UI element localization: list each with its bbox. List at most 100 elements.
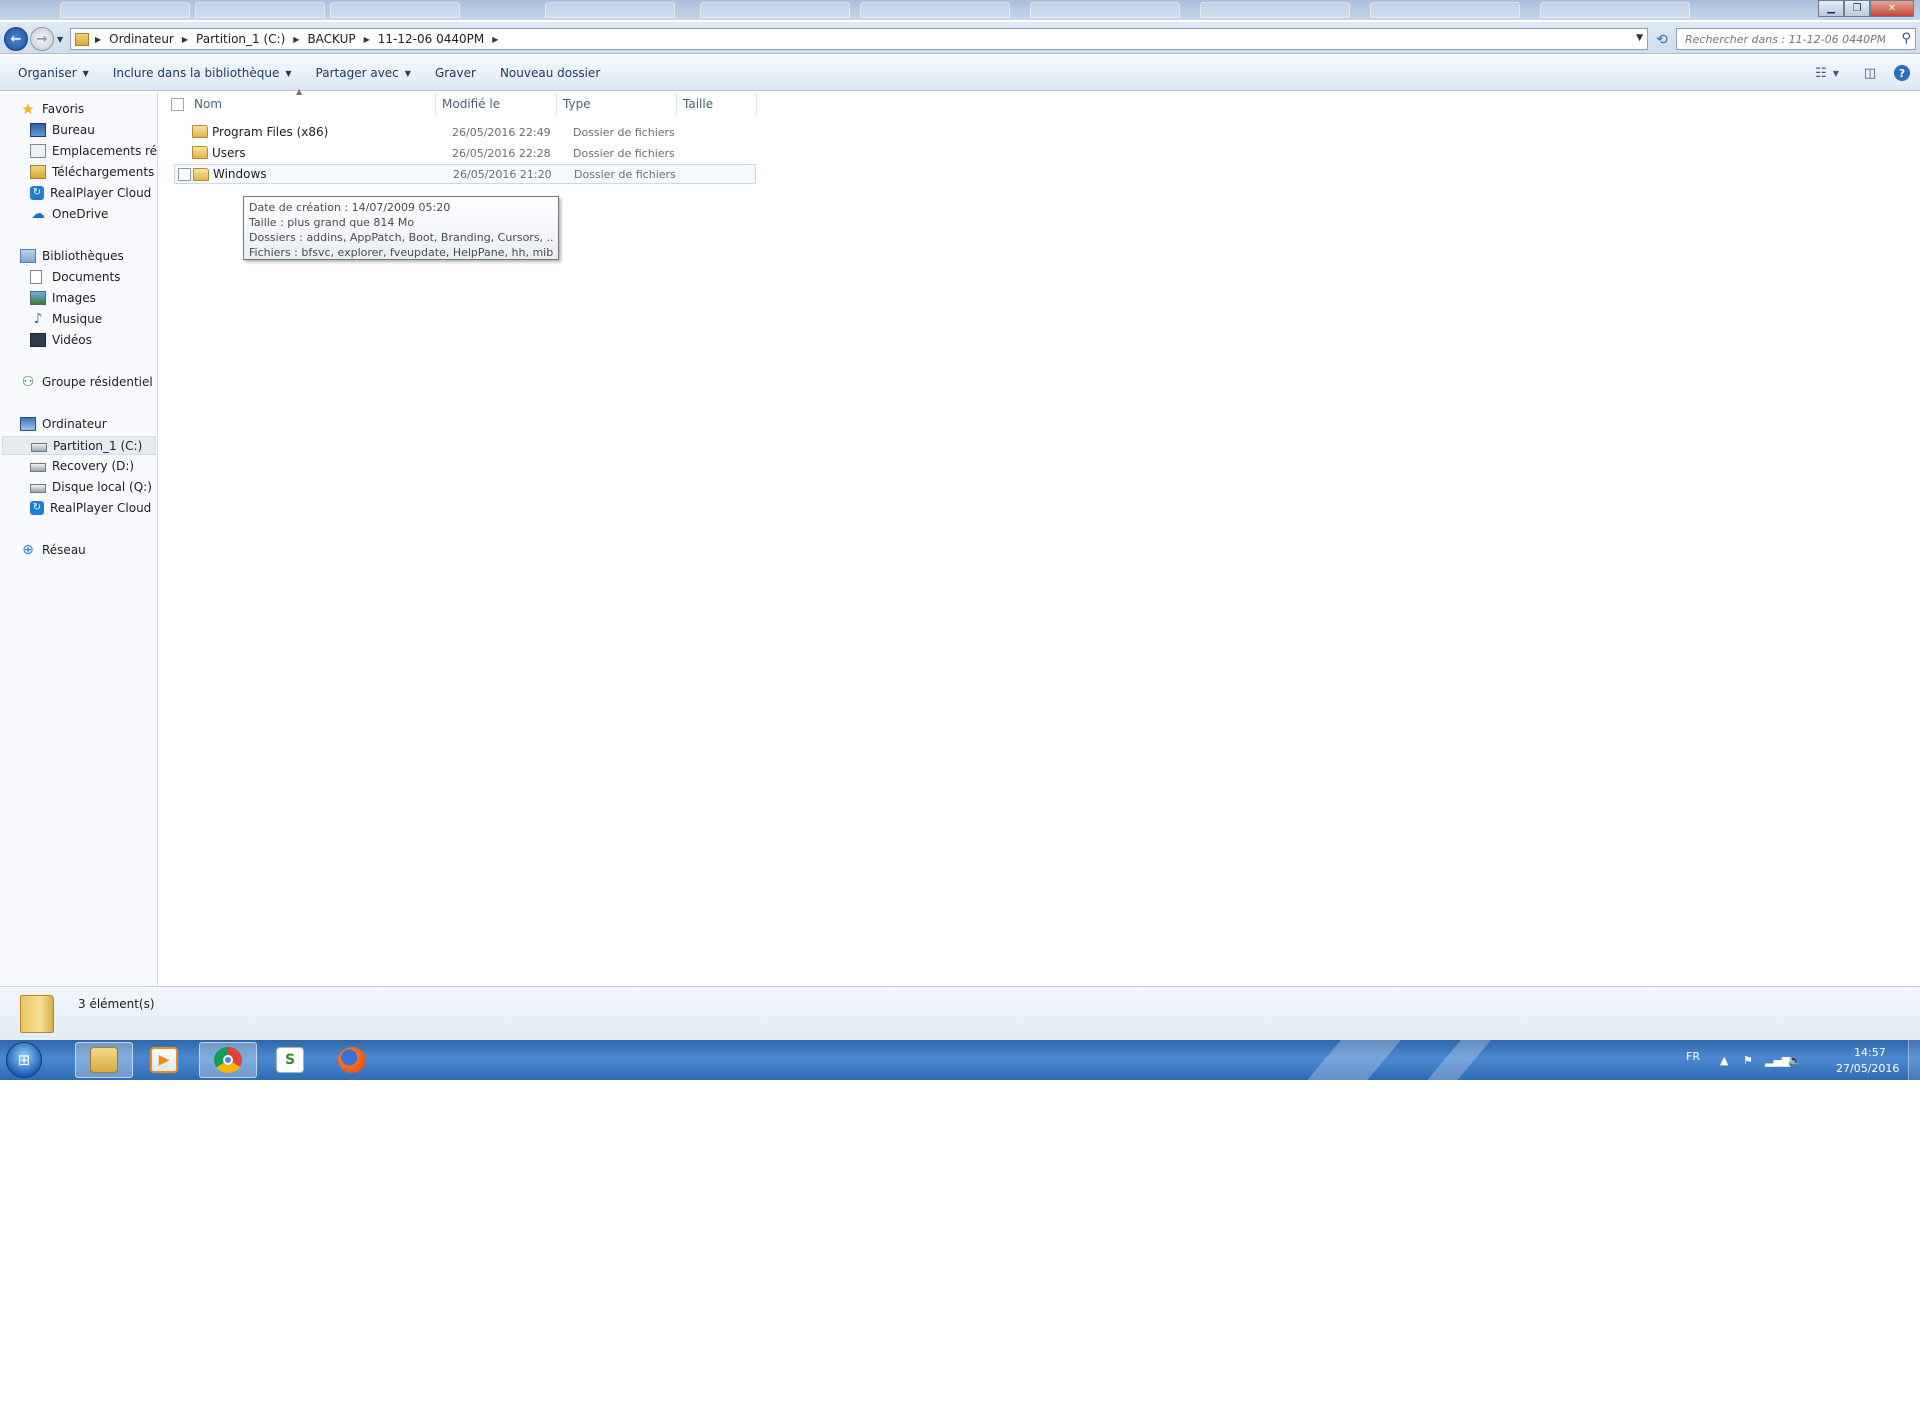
maximize-button[interactable]: ❐ <box>1844 0 1870 17</box>
recent-pages-button[interactable]: ▼ <box>57 35 63 44</box>
address-row: ← → ▼ ▶ Ordinateur ▶ Partition_1 (C:) ▶ … <box>0 22 1920 54</box>
view-controls: ☷ ▼ ◫ ? <box>1808 64 1910 82</box>
taskbar-app-s[interactable]: S <box>261 1042 319 1078</box>
column-header-type[interactable]: Type <box>557 92 677 116</box>
column-header-label: Type <box>563 97 591 111</box>
column-header-modified[interactable]: Modifié le <box>436 92 557 116</box>
nav-item-desktop[interactable]: Bureau <box>30 123 95 137</box>
volume-icon[interactable]: 🔈 <box>1788 1054 1802 1067</box>
nav-item-label: Partition_1 (C:) <box>53 438 143 453</box>
search-icon[interactable]: ⚲ <box>1901 31 1911 46</box>
taskbar-chrome[interactable] <box>199 1042 257 1078</box>
background-tab <box>330 2 460 18</box>
taskbar-media-player[interactable]: ▶ <box>135 1042 193 1078</box>
image-icon <box>30 291 46 305</box>
nav-item-realplayer-cloud[interactable]: ↻ RealPlayer Cloud <box>30 186 151 200</box>
network-icon: ⊕ <box>22 542 34 558</box>
background-tab <box>1030 2 1180 18</box>
share-with-label: Partager avec <box>315 66 399 80</box>
downloads-folder-icon <box>30 165 46 179</box>
chevron-down-icon: ▼ <box>285 68 292 78</box>
background-tab <box>860 2 1010 18</box>
nav-libraries[interactable]: Bibliothèques <box>20 249 124 263</box>
nav-item-recent-places[interactable]: Emplacements récents <box>30 144 157 158</box>
restore-icon: ❐ <box>1852 3 1862 14</box>
nav-item-local-disk-q[interactable]: Disque local (Q:) <box>30 480 152 494</box>
background-tab <box>1370 2 1520 18</box>
nav-favorites[interactable]: ★ Favoris <box>20 102 84 117</box>
address-dropdown-icon[interactable]: ▼ <box>1636 33 1643 43</box>
preview-pane-button[interactable]: ◫ <box>1860 64 1880 82</box>
back-button[interactable]: ← <box>4 27 28 51</box>
column-header-size[interactable]: Taille <box>677 92 757 116</box>
help-icon[interactable]: ? <box>1894 65 1910 81</box>
column-header-label: Modifié le <box>442 97 501 111</box>
search-input[interactable] <box>1685 32 1885 46</box>
column-header-label: Taille <box>683 97 714 111</box>
nav-item-onedrive[interactable]: ☁ OneDrive <box>30 207 108 221</box>
library-icon <box>20 249 36 263</box>
refresh-button[interactable]: ⟲ <box>1652 30 1672 50</box>
minimize-button[interactable]: ▁ <box>1818 0 1844 17</box>
explorer-icon <box>90 1047 118 1073</box>
search-box[interactable]: ⚲ <box>1676 28 1916 50</box>
breadcrumb-current-folder[interactable]: 11-12-06 0440PM <box>378 32 484 46</box>
computer-icon <box>20 417 36 431</box>
burn-button[interactable]: Graver <box>423 60 488 86</box>
nav-item-label: Téléchargements <box>52 165 155 179</box>
nav-network[interactable]: ⊕ Réseau <box>20 543 86 557</box>
address-bar[interactable]: ▶ Ordinateur ▶ Partition_1 (C:) ▶ BACKUP… <box>70 28 1648 50</box>
table-row[interactable]: Windows 26/05/2016 21:20 Dossier de fich… <box>174 164 756 184</box>
taskbar-firefox[interactable] <box>323 1042 381 1078</box>
nav-item-videos[interactable]: Vidéos <box>30 333 92 347</box>
column-header-name[interactable]: Nom ▲ <box>159 87 436 116</box>
nav-libraries-label: Bibliothèques <box>42 249 124 263</box>
breadcrumb-partition[interactable]: Partition_1 (C:) <box>196 32 285 46</box>
chevron-right-icon[interactable]: ▶ <box>293 35 299 44</box>
nav-item-realplayer-cloud-2[interactable]: ↻ RealPlayer Cloud <box>30 501 151 515</box>
close-button[interactable]: ✕ <box>1870 0 1914 17</box>
nav-item-recovery-d[interactable]: Recovery (D:) <box>30 459 134 473</box>
chevron-right-icon[interactable]: ▶ <box>364 35 370 44</box>
chevron-right-icon[interactable]: ▶ <box>492 35 498 44</box>
clock-date[interactable]: 27/05/2016 <box>1836 1062 1899 1075</box>
view-details-icon: ☷ <box>1815 65 1827 81</box>
folder-info-tooltip: Date de création : 14/07/2009 05:20 Tail… <box>243 196 559 260</box>
drive-icon <box>31 442 47 452</box>
change-view-button[interactable]: ☷ ▼ <box>1808 64 1846 82</box>
nav-item-music[interactable]: ♪ Musique <box>30 312 103 326</box>
nav-item-downloads[interactable]: Téléchargements <box>30 165 154 179</box>
nav-computer[interactable]: Ordinateur <box>20 417 107 431</box>
nav-item-label: Documents <box>52 270 121 284</box>
taskbar-explorer[interactable] <box>75 1042 133 1078</box>
breadcrumb-backup[interactable]: BACKUP <box>307 32 355 46</box>
nav-item-documents[interactable]: Documents <box>30 270 120 284</box>
chevron-right-icon[interactable]: ▶ <box>182 35 188 44</box>
breadcrumb-computer[interactable]: Ordinateur <box>109 32 174 46</box>
row-checkbox[interactable] <box>178 168 191 181</box>
include-library-button[interactable]: Inclure dans la bibliothèque ▼ <box>101 60 304 86</box>
nav-homegroup[interactable]: ⚇ Groupe résidentiel <box>20 375 153 389</box>
chevron-down-icon: ▼ <box>82 68 89 78</box>
background-tab <box>195 2 325 18</box>
language-indicator[interactable]: FR <box>1686 1050 1700 1063</box>
tooltip-folders: Dossiers : addins, AppPatch, Boot, Brand… <box>249 231 553 244</box>
chevron-right-icon[interactable]: ▶ <box>95 35 101 44</box>
show-desktop-button[interactable] <box>1908 1040 1920 1080</box>
nav-item-partition-c[interactable]: Partition_1 (C:) <box>2 436 156 455</box>
show-hidden-icons-icon[interactable]: ▲ <box>1720 1054 1728 1067</box>
share-with-button[interactable]: Partager avec ▼ <box>304 60 423 86</box>
nav-item-images[interactable]: Images <box>30 291 96 305</box>
table-row[interactable]: Users 26/05/2016 22:28 Dossier de fichie… <box>174 143 756 163</box>
new-folder-button[interactable]: Nouveau dossier <box>488 60 612 86</box>
chrome-center-icon <box>223 1055 233 1065</box>
forward-button[interactable]: → <box>30 27 54 51</box>
organize-button[interactable]: Organiser ▼ <box>6 60 101 86</box>
network-signal-icon[interactable]: ▂▄▆ <box>1765 1054 1790 1067</box>
clock-time[interactable]: 14:57 <box>1854 1046 1886 1059</box>
chevron-down-icon: ▼ <box>1832 68 1839 78</box>
start-button[interactable]: ⊞ <box>6 1042 42 1078</box>
table-row[interactable]: Program Files (x86) 26/05/2016 22:49 Dos… <box>174 122 756 142</box>
action-center-flag-icon[interactable]: ⚑ <box>1743 1054 1753 1067</box>
nav-computer-label: Ordinateur <box>42 417 107 431</box>
